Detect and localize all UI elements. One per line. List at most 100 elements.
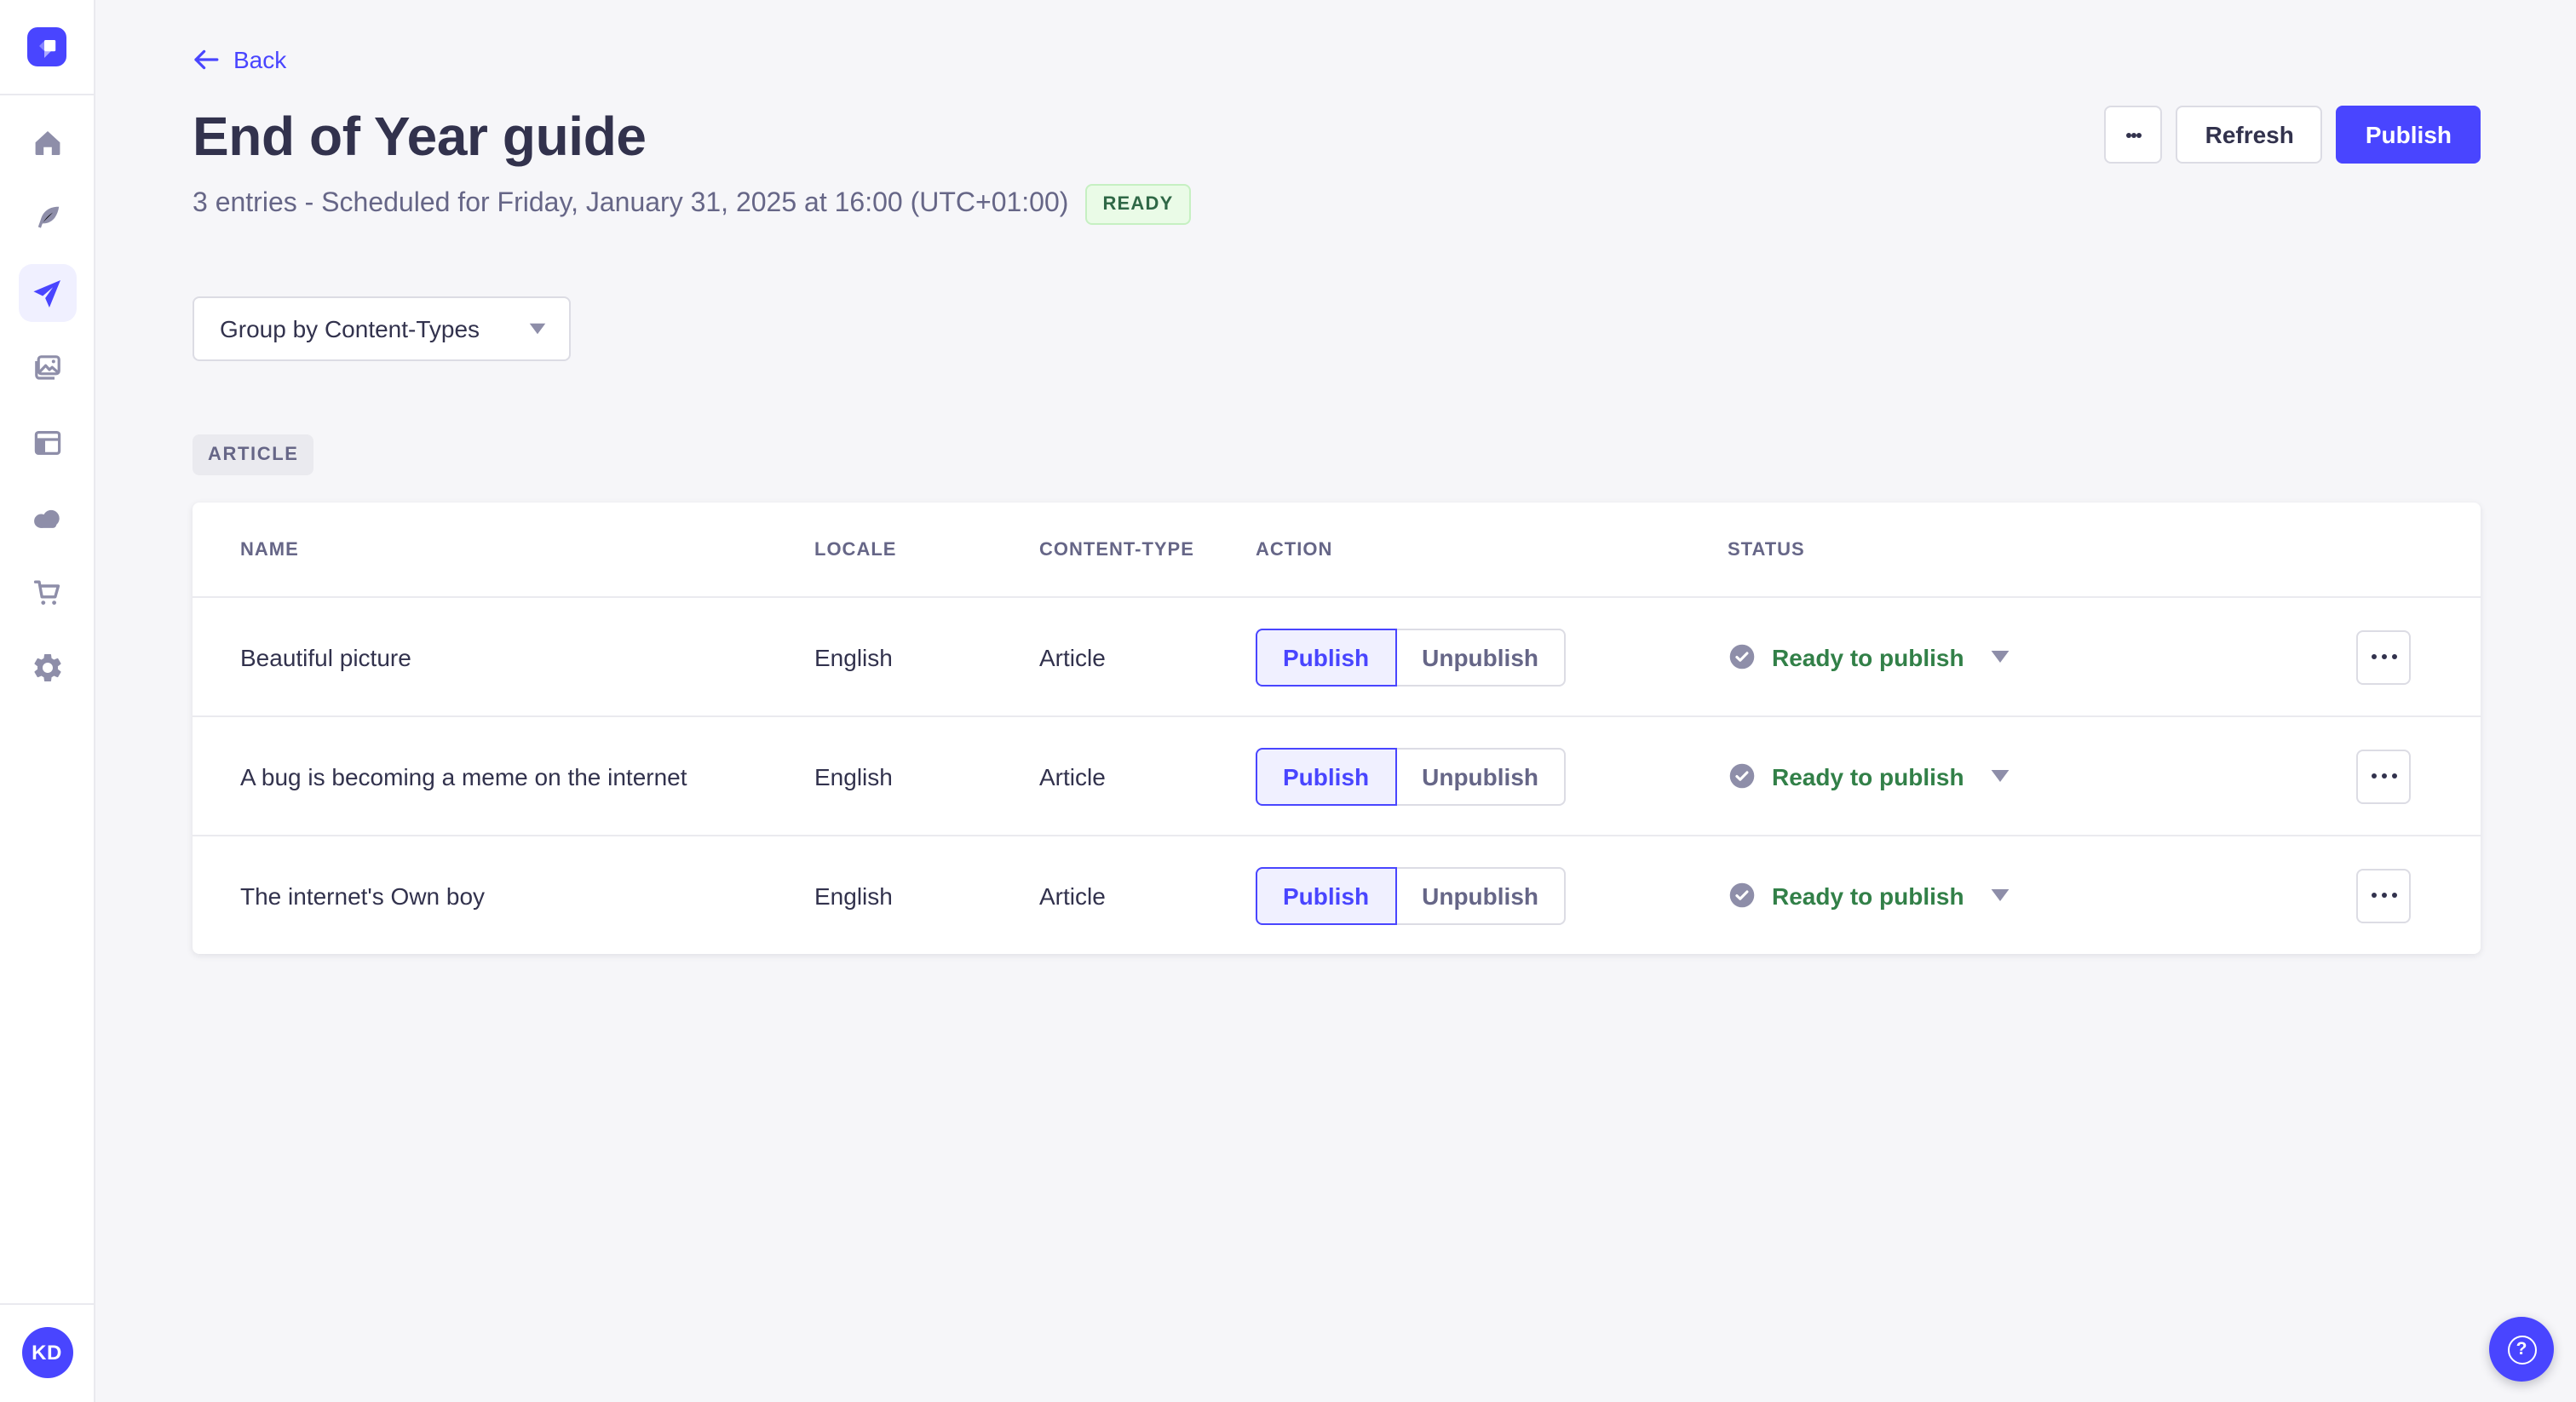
toolbar: Group by Content-Types — [193, 296, 2481, 361]
entry-status-dropdown[interactable]: Ready to publish — [1728, 881, 2356, 910]
action-toggle: Publish Unpublish — [1256, 628, 1566, 686]
entry-action-cell: Publish Unpublish — [1256, 866, 1728, 924]
dot-icon — [2391, 773, 2396, 779]
entry-actions-cell — [2356, 629, 2481, 684]
row-more-button[interactable] — [2356, 749, 2411, 803]
back-link[interactable]: Back — [193, 46, 286, 73]
dot-icon — [2130, 132, 2136, 137]
sidebar-item-marketplace[interactable] — [18, 564, 76, 622]
entry-name: The internet's Own boy — [240, 882, 486, 909]
group-by-value: Group by Content-Types — [220, 315, 480, 342]
table-row: The internet's Own boy English Article P… — [193, 835, 2481, 954]
entry-name: A bug is becoming a meme on the internet — [240, 762, 687, 790]
column-header-locale: LOCALE — [814, 539, 897, 560]
header-actions: Refresh Publish — [2104, 106, 2481, 164]
table-header-row: NAME LOCALE CONTENT-TYPE ACTION STATUS — [193, 503, 2481, 596]
dot-icon — [2371, 893, 2376, 898]
page-title: End of Year guide — [193, 106, 647, 167]
column-header-action: ACTION — [1256, 539, 1333, 560]
sidebar-footer: KD — [0, 1303, 94, 1402]
entry-actions-cell — [2356, 868, 2481, 922]
avatar[interactable]: KD — [21, 1327, 72, 1378]
entry-locale: English — [814, 762, 893, 790]
column-header-status: STATUS — [1728, 539, 1805, 560]
entry-locale: English — [814, 643, 893, 670]
images-icon — [30, 351, 64, 385]
sidebar-item-settings[interactable] — [18, 639, 76, 697]
sidebar-nav — [18, 95, 76, 697]
dot-icon — [2391, 893, 2396, 898]
entry-status-label: Ready to publish — [1772, 882, 1964, 909]
entry-action-cell: Publish Unpublish — [1256, 747, 1728, 805]
sidebar-item-content-manager[interactable] — [18, 189, 76, 247]
caret-down-icon — [1990, 649, 2010, 664]
release-subtitle: 3 entries - Scheduled for Friday, Januar… — [193, 189, 1069, 218]
publish-release-button[interactable]: Publish — [2336, 106, 2481, 164]
action-toggle: Publish Unpublish — [1256, 747, 1566, 805]
sidebar-item-releases[interactable] — [18, 264, 76, 322]
group-label-row: ARTICLE — [193, 434, 2481, 475]
question-mark-icon: ? — [2507, 1335, 2536, 1364]
dot-icon — [2136, 132, 2142, 137]
cloud-icon — [29, 500, 65, 536]
strapi-admin-app: KD Back End of Year guide Refresh Publis… — [0, 0, 2576, 1402]
main-content: Back End of Year guide Refresh Publish 3… — [95, 0, 2576, 1402]
status-badge: READY — [1085, 184, 1191, 225]
arrow-left-icon — [193, 48, 220, 72]
layout-icon — [30, 426, 64, 460]
row-more-button[interactable] — [2356, 629, 2411, 684]
logo-container — [0, 0, 94, 95]
publish-toggle-button[interactable]: Publish — [1256, 747, 1397, 805]
dot-icon — [2381, 654, 2386, 659]
dot-icon — [2381, 773, 2386, 779]
caret-down-icon — [1990, 888, 2010, 903]
entry-status-dropdown[interactable]: Ready to publish — [1728, 642, 2356, 671]
entry-content-type: Article — [1039, 643, 1106, 670]
help-button[interactable]: ? — [2489, 1317, 2554, 1382]
dot-icon — [2125, 132, 2131, 137]
group-by-select[interactable]: Group by Content-Types — [193, 296, 571, 361]
check-circle-icon — [1728, 642, 1757, 671]
sidebar-item-content-type-builder[interactable] — [18, 414, 76, 472]
entry-content-type: Article — [1039, 882, 1106, 909]
cart-icon — [30, 576, 64, 610]
title-row: End of Year guide Refresh Publish — [193, 104, 2481, 169]
entry-status-label: Ready to publish — [1772, 762, 1964, 790]
unpublish-toggle-button[interactable]: Unpublish — [1394, 628, 1566, 686]
sidebar-item-deploy[interactable] — [18, 489, 76, 547]
sidebar-item-home[interactable] — [18, 114, 76, 172]
entry-actions-cell — [2356, 749, 2481, 803]
column-header-content-type: CONTENT-TYPE — [1039, 539, 1194, 560]
unpublish-toggle-button[interactable]: Unpublish — [1394, 866, 1566, 924]
refresh-button[interactable]: Refresh — [2176, 106, 2323, 164]
entries-table-card: NAME LOCALE CONTENT-TYPE ACTION STATUS B… — [193, 503, 2481, 954]
check-circle-icon — [1728, 881, 1757, 910]
publish-toggle-button[interactable]: Publish — [1256, 628, 1397, 686]
publish-toggle-button[interactable]: Publish — [1256, 866, 1397, 924]
gear-icon — [30, 651, 64, 685]
chevron-down-icon — [528, 322, 547, 336]
strapi-logo-icon[interactable] — [27, 27, 66, 66]
release-more-button[interactable] — [2104, 106, 2163, 164]
column-header-name: NAME — [240, 539, 299, 560]
feather-icon — [30, 201, 64, 235]
row-more-button[interactable] — [2356, 868, 2411, 922]
dot-icon — [2371, 773, 2376, 779]
table-row: Beautiful picture English Article Publis… — [193, 596, 2481, 715]
back-label: Back — [233, 46, 287, 73]
home-icon — [30, 126, 64, 160]
sidebar: KD — [0, 0, 95, 1402]
subtitle-row: 3 entries - Scheduled for Friday, Januar… — [193, 184, 2481, 225]
check-circle-icon — [1728, 761, 1757, 790]
entry-status-dropdown[interactable]: Ready to publish — [1728, 761, 2356, 790]
unpublish-toggle-button[interactable]: Unpublish — [1394, 747, 1566, 805]
entry-name: Beautiful picture — [240, 643, 411, 670]
dot-icon — [2391, 654, 2396, 659]
entry-content-type: Article — [1039, 762, 1106, 790]
entry-action-cell: Publish Unpublish — [1256, 628, 1728, 686]
entry-locale: English — [814, 882, 893, 909]
content-type-group-badge: ARTICLE — [193, 434, 314, 475]
dot-icon — [2381, 893, 2386, 898]
dot-icon — [2371, 654, 2376, 659]
sidebar-item-media-library[interactable] — [18, 339, 76, 397]
